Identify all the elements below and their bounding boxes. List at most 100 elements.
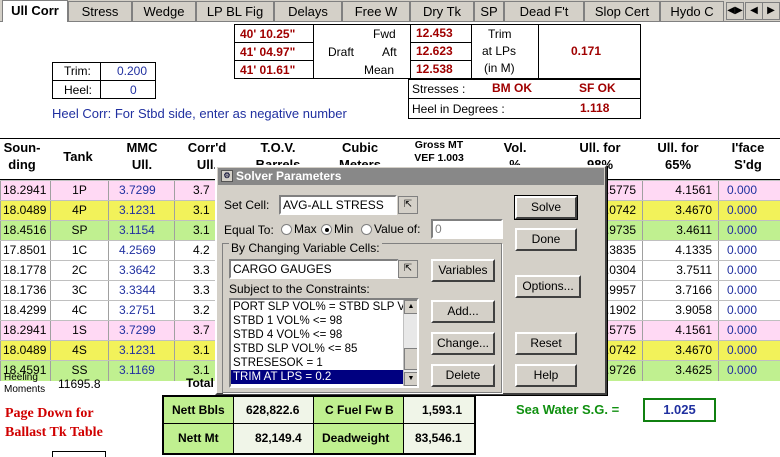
cell-ull65[interactable]: 3.4611 (642, 221, 718, 241)
tab-scroll-prev-icon[interactable]: ◀ (745, 2, 763, 20)
changing-cells-collapse-icon[interactable]: ⇱ (398, 260, 418, 278)
mean-draft-mark: 41' 01.61" (240, 63, 296, 77)
done-button[interactable]: Done (515, 228, 577, 251)
cell-tank[interactable]: 4P (50, 201, 108, 221)
options-button[interactable]: Options... (515, 275, 581, 298)
tab-free-w[interactable]: Free W (342, 1, 410, 21)
value-of-radio[interactable]: Value of: (361, 222, 420, 236)
cell-iface[interactable]: 0.000 (718, 301, 780, 321)
cell-ull65[interactable]: 3.9058 (642, 301, 718, 321)
cell-iface[interactable]: 0.000 (718, 181, 780, 201)
tab-ull-corr[interactable]: Ull Corr (2, 0, 68, 22)
variables-button[interactable]: Variables (431, 259, 495, 282)
constraint-item[interactable]: TRIM AT LPS = 0.2 (231, 370, 417, 384)
constraints-scrollbar[interactable]: ▲ ▼ (403, 300, 417, 386)
tab-stress[interactable]: Stress (68, 1, 132, 21)
cell-sounding[interactable]: 18.4516 (0, 221, 50, 241)
cell-tank[interactable]: 2C (50, 261, 108, 281)
cell-tank[interactable]: 1C (50, 241, 108, 261)
cell-iface[interactable]: 0.000 (718, 241, 780, 261)
cell-ull65[interactable]: 3.7166 (642, 281, 718, 301)
cell-tank[interactable]: 1S (50, 321, 108, 341)
change-constraint-button[interactable]: Change... (431, 332, 495, 355)
constraint-item[interactable]: STBD 4 VOL% <= 98 (231, 328, 417, 342)
cell-ull65[interactable]: 4.1561 (642, 321, 718, 341)
changing-cells-input[interactable]: CARGO GAUGES (229, 259, 399, 279)
cell-mmc[interactable]: 3.1154 (108, 221, 174, 241)
mean-draft-value: 12.538 (416, 62, 453, 76)
cell-sounding[interactable]: 18.4299 (0, 301, 50, 321)
cell-ull65[interactable]: 3.4670 (642, 341, 718, 361)
min-radio[interactable]: Min (321, 222, 353, 236)
cell-ull65[interactable]: 4.1335 (642, 241, 718, 261)
cell-mmc[interactable]: 3.7299 (108, 181, 174, 201)
cell-ull65[interactable]: 3.7511 (642, 261, 718, 281)
aft-label: Aft (382, 45, 397, 59)
cell-iface[interactable]: 0.000 (718, 261, 780, 281)
cell-mmc[interactable]: 4.2569 (108, 241, 174, 261)
trim-heel-divider (52, 80, 156, 81)
tab-dry-tk[interactable]: Dry Tk (410, 1, 474, 21)
cell-sounding[interactable]: 18.1736 (0, 281, 50, 301)
add-constraint-button[interactable]: Add... (431, 300, 495, 323)
tab-sp[interactable]: SP (474, 1, 504, 21)
tab-delays[interactable]: Delays (274, 1, 342, 21)
cell-sounding[interactable]: 18.2941 (0, 181, 50, 201)
value-of-input[interactable]: 0 (431, 219, 503, 239)
cell-ull65[interactable]: 4.1561 (642, 181, 718, 201)
cell-tank[interactable]: SP (50, 221, 108, 241)
constraint-item[interactable]: STRESESOK = 1 (231, 356, 417, 370)
scroll-up-icon[interactable]: ▲ (404, 300, 417, 314)
cell-tank[interactable]: 3C (50, 281, 108, 301)
tab-wedge[interactable]: Wedge (132, 1, 196, 21)
cell-mmc[interactable]: 3.3642 (108, 261, 174, 281)
cell-iface[interactable]: 0.000 (718, 201, 780, 221)
trim-input[interactable]: 0.200 (117, 64, 147, 78)
tab-lp-bl-fig[interactable]: LP BL Fig (196, 1, 274, 21)
cell-sounding[interactable]: 18.1778 (0, 261, 50, 281)
cell-mmc[interactable]: 3.1231 (108, 341, 174, 361)
reset-button[interactable]: Reset (515, 332, 577, 355)
scroll-down-icon[interactable]: ▼ (404, 372, 417, 386)
cell-sounding[interactable]: 18.2941 (0, 321, 50, 341)
tab-dead-ft[interactable]: Dead F't (504, 1, 584, 21)
cell-iface[interactable]: 0.000 (718, 221, 780, 241)
max-label: Max (294, 222, 317, 236)
cell-mmc[interactable]: 3.1169 (108, 361, 174, 381)
delete-constraint-button[interactable]: Delete (431, 364, 495, 387)
cell-mmc[interactable]: 3.3344 (108, 281, 174, 301)
cell-mmc[interactable]: 3.2751 (108, 301, 174, 321)
scroll-thumb[interactable] (404, 348, 417, 370)
constraint-item[interactable]: STBD 1 VOL% <= 98 (231, 314, 417, 328)
constraint-item[interactable]: PORT SLP VOL% = STBD SLP VOL (231, 300, 417, 314)
tab-hydo[interactable]: Hydo C (660, 1, 724, 21)
solve-button[interactable]: Solve (514, 195, 578, 220)
cell-mmc[interactable]: 3.7299 (108, 321, 174, 341)
cell-tank[interactable]: 4S (50, 341, 108, 361)
heel-input[interactable]: 0 (130, 83, 137, 97)
solver-title-bar[interactable]: ⚙ Solver Parameters (218, 168, 604, 185)
cell-tank[interactable]: 1P (50, 181, 108, 201)
tab-scroll-first-icon[interactable]: ◀▶ (726, 2, 744, 20)
nett-mt-value: 82,149.4 (255, 431, 302, 445)
cell-sounding[interactable]: 18.0489 (0, 201, 50, 221)
cell-ull65[interactable]: 3.4670 (642, 201, 718, 221)
help-button[interactable]: Help (515, 364, 577, 387)
constraint-item[interactable]: STBD SLP VOL% <= 85 (231, 342, 417, 356)
cell-iface[interactable]: 0.000 (718, 341, 780, 361)
cell-iface[interactable]: 0.000 (718, 281, 780, 301)
cell-mmc[interactable]: 3.1231 (108, 201, 174, 221)
tab-slop-cert[interactable]: Slop Cert (584, 1, 660, 21)
max-radio[interactable]: Max (281, 222, 317, 236)
set-cell-input[interactable]: AVG-ALL STRESS (279, 195, 397, 215)
set-cell-collapse-icon[interactable]: ⇱ (398, 196, 418, 214)
sea-water-sg-input[interactable]: 1.025 (643, 398, 716, 422)
cell-iface[interactable]: 0.000 (718, 321, 780, 341)
cell-sounding[interactable]: 18.0489 (0, 341, 50, 361)
cell-tank[interactable]: 4C (50, 301, 108, 321)
cell-sounding[interactable]: 17.8501 (0, 241, 50, 261)
constraints-list[interactable]: PORT SLP VOL% = STBD SLP VOL STBD 1 VOL% … (229, 298, 419, 388)
cell-ull65[interactable]: 3.4625 (642, 361, 718, 381)
tab-scroll-next-icon[interactable]: ▶ (762, 2, 780, 20)
cell-iface[interactable]: 0.000 (718, 361, 780, 381)
